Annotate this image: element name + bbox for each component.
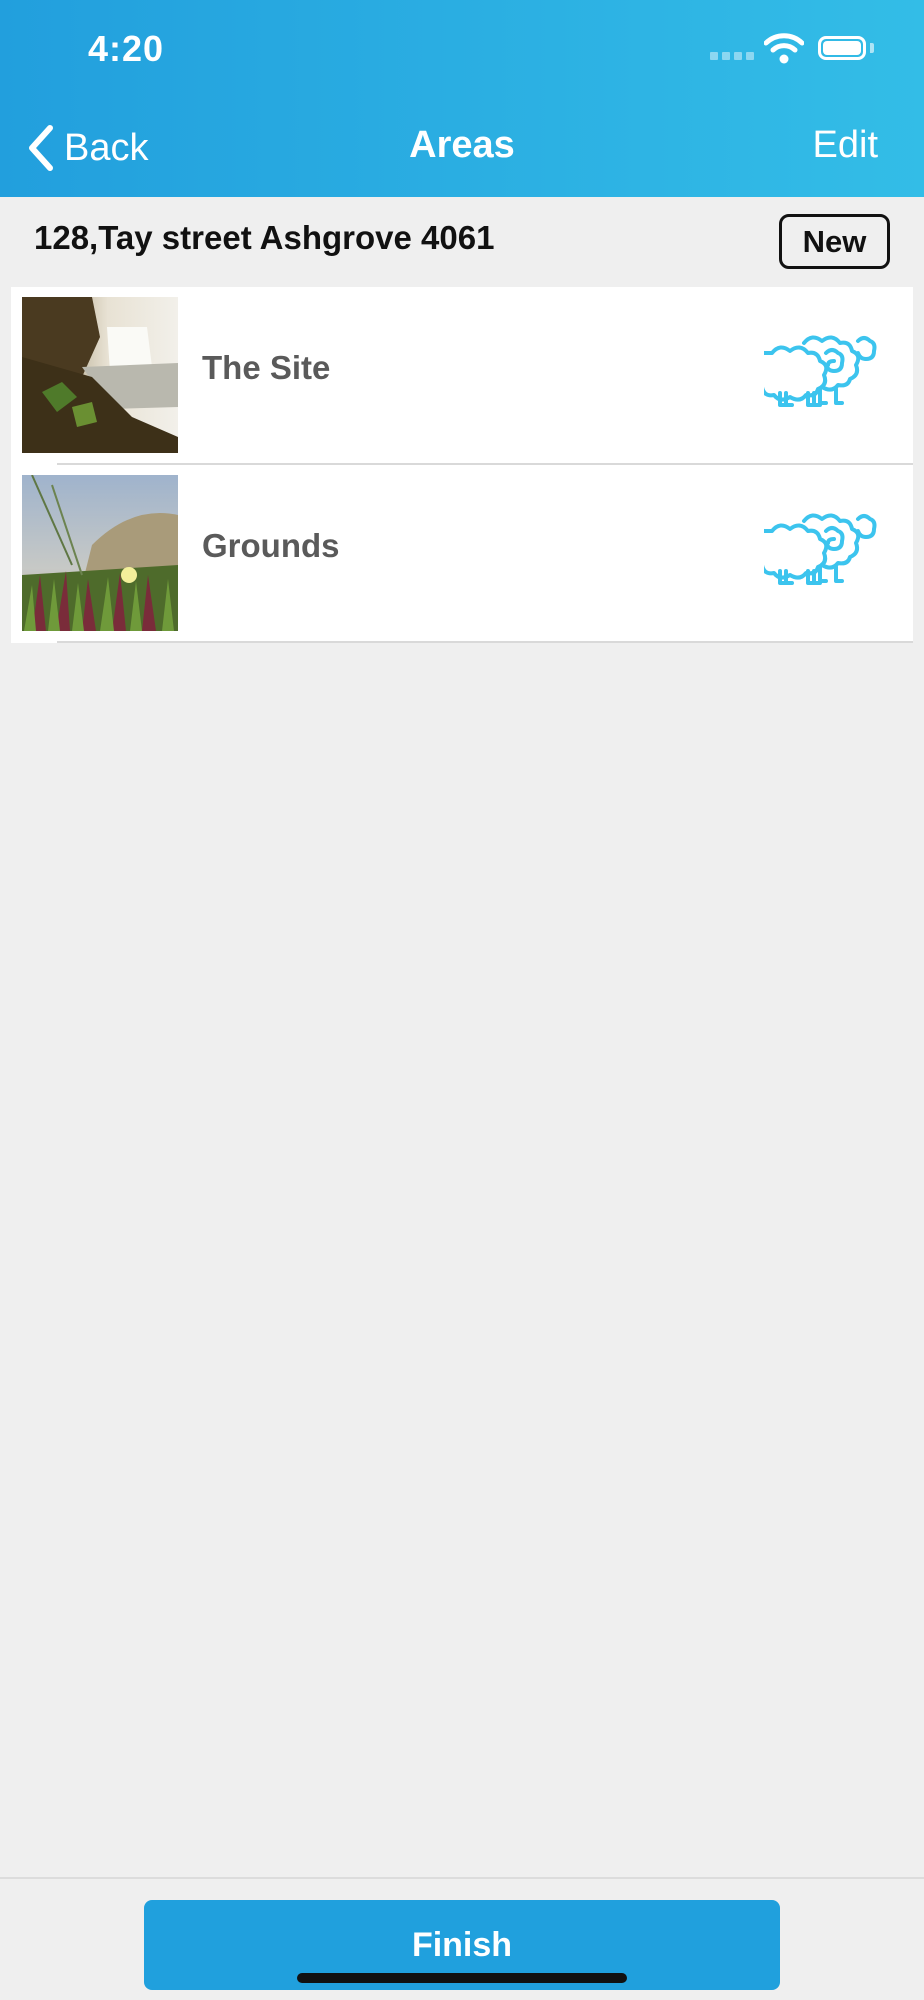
list-item-area[interactable]: Grounds	[11, 465, 913, 643]
navigation-header: 4:20 Back Areas Edit	[0, 0, 924, 197]
areas-list: The Site Grounds	[11, 287, 913, 643]
address-text: 128,Tay street Ashgrove 4061	[34, 219, 495, 256]
page-title: Areas	[409, 124, 515, 166]
footer-divider	[0, 1877, 924, 1879]
area-label: Grounds	[202, 527, 340, 564]
waterfall-thumbnail	[22, 297, 178, 453]
flower-grass-thumbnail	[22, 475, 178, 631]
new-area-button[interactable]: New	[779, 214, 890, 269]
cellular-signal-icon	[710, 52, 754, 60]
status-time: 4:20	[88, 28, 165, 69]
wifi-icon	[764, 33, 804, 64]
list-item-area[interactable]: The Site	[11, 287, 913, 465]
home-indicator	[297, 1973, 627, 1983]
area-label: The Site	[202, 349, 331, 386]
battery-icon	[818, 36, 866, 60]
sheep-icon	[764, 335, 877, 407]
edit-button[interactable]: Edit	[813, 124, 878, 167]
battery-tip	[870, 43, 874, 53]
sheep-icon	[764, 513, 877, 585]
